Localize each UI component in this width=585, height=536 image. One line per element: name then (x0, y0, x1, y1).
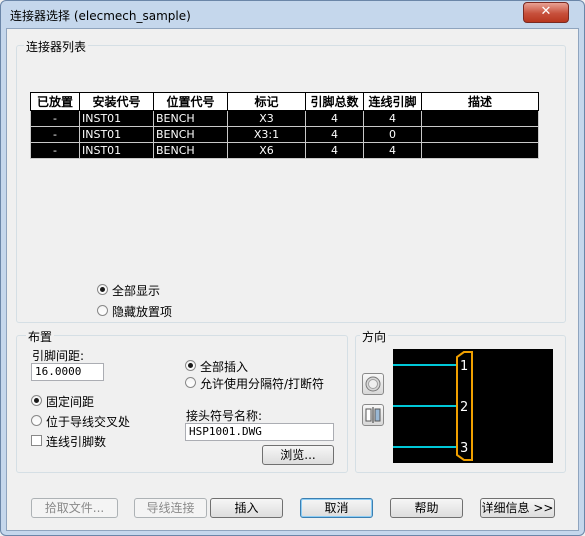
connector-symbol-input[interactable]: HSP1001.DWG (185, 423, 334, 441)
preview-pin-label-2: 2 (460, 400, 468, 415)
cell-install-code: INST01 (79, 142, 154, 159)
close-button[interactable]: ✕ (523, 2, 569, 23)
pin-spacing-input[interactable]: 16.0000 (31, 363, 104, 381)
column-header-wired-pins[interactable]: 连线引脚 (363, 92, 422, 111)
window-title: 连接器选择 (elecmech_sample) (10, 9, 191, 23)
cancel-button[interactable]: 取消 (300, 498, 373, 518)
cell-wired-pins: 4 (363, 110, 422, 127)
direction-group-label: 方向 (360, 328, 389, 345)
allow-separator-label[interactable]: 允许使用分隔符/打断符 (200, 375, 324, 392)
pin-spacing-label: 引脚间距: (32, 349, 85, 363)
show-all-radio[interactable] (97, 284, 108, 295)
allow-separator-radio[interactable] (185, 377, 196, 388)
wire-pin-count-checkbox[interactable] (31, 435, 42, 446)
title-bar: 连接器选择 (elecmech_sample) ✕ (1, 1, 584, 29)
at-wire-crossing-radio[interactable] (31, 415, 42, 426)
rotate-direction-button[interactable] (362, 373, 384, 395)
table-row[interactable]: - INST01 BENCH X6 4 4 (30, 142, 539, 159)
cell-placed: - (30, 142, 80, 159)
details-button[interactable]: 详细信息 >> (480, 498, 555, 518)
preview-pin-label-3: 3 (460, 441, 468, 456)
flip-direction-button[interactable] (362, 404, 384, 426)
table-row[interactable]: - INST01 BENCH X3:1 4 0 (30, 126, 539, 143)
cell-location-code: BENCH (153, 126, 228, 143)
cell-total-pins: 4 (305, 126, 364, 143)
connector-preview-drawing: 1 2 3 (393, 351, 473, 461)
insert-all-label[interactable]: 全部插入 (200, 358, 248, 375)
column-header-location-code[interactable]: 位置代号 (153, 92, 228, 111)
column-header-install-code[interactable]: 安装代号 (79, 92, 154, 111)
at-wire-crossing-label[interactable]: 位于导线交叉处 (46, 413, 130, 430)
connector-preview: 1 2 3 (393, 349, 553, 463)
layout-group-label: 布置 (26, 328, 55, 345)
cell-tag: X3 (227, 110, 306, 127)
cell-tag: X3:1 (227, 126, 306, 143)
insert-button[interactable]: 插入 (210, 498, 283, 518)
cell-tag: X6 (227, 142, 306, 159)
connector-symbol-label: 接头符号名称: (186, 409, 263, 423)
cell-placed: - (30, 110, 80, 127)
connector-list-group (16, 45, 566, 323)
insert-all-radio[interactable] (185, 360, 196, 371)
cell-location-code: BENCH (153, 142, 228, 159)
column-header-total-pins[interactable]: 引脚总数 (305, 92, 364, 111)
cell-total-pins: 4 (305, 110, 364, 127)
preview-pin-label-1: 1 (460, 359, 468, 374)
cell-placed: - (30, 126, 80, 143)
cell-install-code: INST01 (79, 126, 154, 143)
show-all-label[interactable]: 全部显示 (112, 282, 160, 299)
help-button[interactable]: 帮助 (390, 498, 463, 518)
cell-total-pins: 4 (305, 142, 364, 159)
column-header-tag[interactable]: 标记 (227, 92, 306, 111)
fixed-spacing-radio[interactable] (31, 395, 42, 406)
pick-file-button[interactable]: 拾取文件... (31, 498, 118, 518)
hide-placed-radio[interactable] (97, 305, 108, 316)
table-row[interactable]: - INST01 BENCH X3 4 4 (30, 110, 539, 127)
column-header-placed[interactable]: 已放置 (30, 92, 80, 111)
cell-description (421, 110, 539, 127)
cell-description (421, 142, 539, 159)
browse-button[interactable]: 浏览... (262, 445, 334, 465)
connector-table[interactable]: 已放置 安装代号 位置代号 标记 引脚总数 连线引脚 描述 - INST01 B… (30, 92, 539, 159)
rotate-icon (365, 376, 381, 392)
cell-wired-pins: 0 (363, 126, 422, 143)
hide-placed-label[interactable]: 隐藏放置项 (112, 303, 172, 320)
cell-description (421, 126, 539, 143)
connector-list-group-label: 连接器列表 (24, 38, 89, 55)
cell-wired-pins: 4 (363, 142, 422, 159)
wire-pin-count-label[interactable]: 连线引脚数 (46, 433, 106, 450)
table-header-row: 已放置 安装代号 位置代号 标记 引脚总数 连线引脚 描述 (30, 92, 539, 111)
cell-location-code: BENCH (153, 110, 228, 127)
cell-install-code: INST01 (79, 110, 154, 127)
wire-connect-button[interactable]: 导线连接 (134, 498, 207, 518)
column-header-description[interactable]: 描述 (421, 92, 539, 111)
flip-icon (365, 407, 381, 423)
fixed-spacing-label[interactable]: 固定间距 (46, 393, 94, 410)
